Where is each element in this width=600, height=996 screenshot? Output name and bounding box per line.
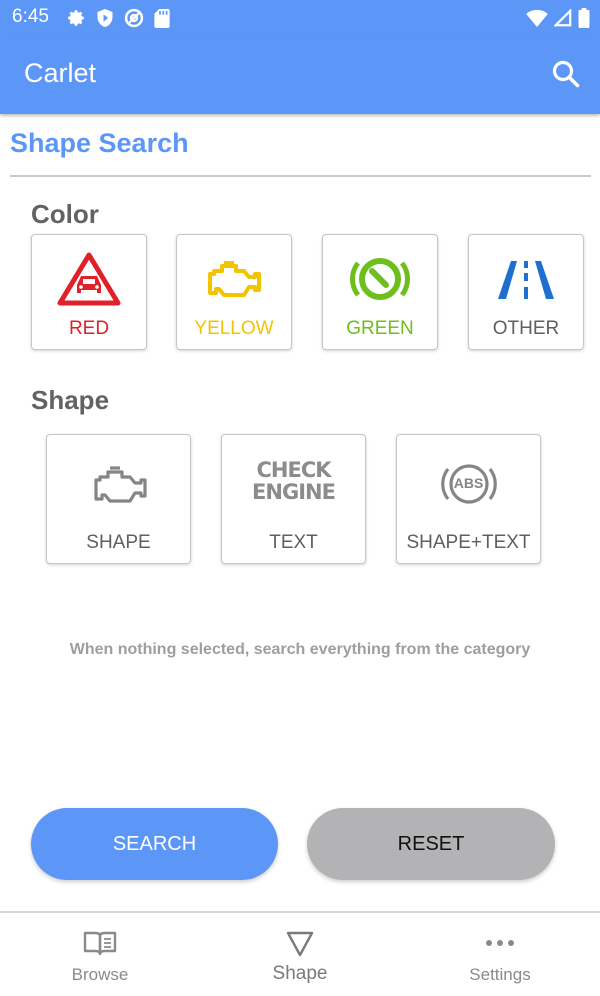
status-icons-left <box>68 7 170 29</box>
nav-label: Shape <box>272 963 328 984</box>
check-engine-text-line: ENGINE <box>252 480 336 504</box>
hint-text: When nothing selected, search everything… <box>69 641 531 658</box>
reset-button[interactable]: RESET <box>307 808 555 880</box>
nav-label: Browse <box>71 965 129 984</box>
battery-icon <box>578 8 590 28</box>
check-engine-text-line: CHECK <box>256 458 331 482</box>
warning-car-icon <box>57 252 121 306</box>
lane-icon <box>498 261 554 299</box>
shape-option-label: TEXT <box>269 532 318 553</box>
nav-item-settings[interactable]: Settings <box>400 913 600 996</box>
status-icons-right <box>526 7 590 29</box>
shape-option-shape-text[interactable]: ABS SHAPE+TEXT <box>396 434 541 564</box>
color-option-green[interactable]: GREEN <box>322 234 438 350</box>
abs-icon: ABS <box>424 457 514 513</box>
color-option-red[interactable]: RED <box>31 234 147 350</box>
status-bar: 6:45 <box>0 0 600 36</box>
color-option-yellow[interactable]: YELLOW <box>176 234 292 350</box>
more-dots-icon <box>486 940 514 946</box>
triangle-icon <box>286 931 314 957</box>
nav-label: Settings <box>469 965 531 984</box>
color-option-label: GREEN <box>346 318 414 339</box>
signal-icon <box>554 9 572 27</box>
color-option-other[interactable]: OTHER <box>468 234 584 350</box>
search-button-primary[interactable]: SEARCH <box>31 808 278 880</box>
search-icon <box>552 60 580 88</box>
shape-section-label: Shape <box>31 385 110 415</box>
check-engine-text-icon: CHECK ENGINE <box>249 459 339 507</box>
app-title: Carlet <box>24 58 97 88</box>
wifi-icon <box>526 9 548 27</box>
color-section-label: Color <box>31 199 99 229</box>
color-option-label: OTHER <box>492 318 560 339</box>
app-bar: Carlet <box>0 36 600 114</box>
abs-icon-text: ABS <box>453 475 484 491</box>
shield-icon <box>97 9 113 27</box>
sd-card-icon <box>154 8 170 28</box>
status-time: 6:45 <box>12 6 49 27</box>
shape-option-shape[interactable]: SHAPE <box>46 434 191 564</box>
title-divider <box>10 175 591 177</box>
nav-item-shape[interactable]: Shape <box>200 913 400 996</box>
shape-option-label: SHAPE+TEXT <box>406 532 531 553</box>
bottom-nav: Browse Shape Settings <box>0 911 600 996</box>
at-sign-icon <box>124 8 144 28</box>
book-icon <box>83 931 117 956</box>
color-option-label: RED <box>68 318 110 339</box>
search-button[interactable] <box>550 58 582 90</box>
color-option-label: YELLOW <box>194 318 274 339</box>
gauge-icon <box>350 258 410 300</box>
gear-icon <box>68 10 84 26</box>
shape-option-text[interactable]: CHECK ENGINE TEXT <box>221 434 366 564</box>
shape-option-label: SHAPE <box>86 532 151 553</box>
engine-icon <box>208 261 261 297</box>
engine-outline-icon <box>93 466 147 503</box>
nav-item-browse[interactable]: Browse <box>0 913 200 996</box>
page-title: Shape Search <box>10 128 189 158</box>
